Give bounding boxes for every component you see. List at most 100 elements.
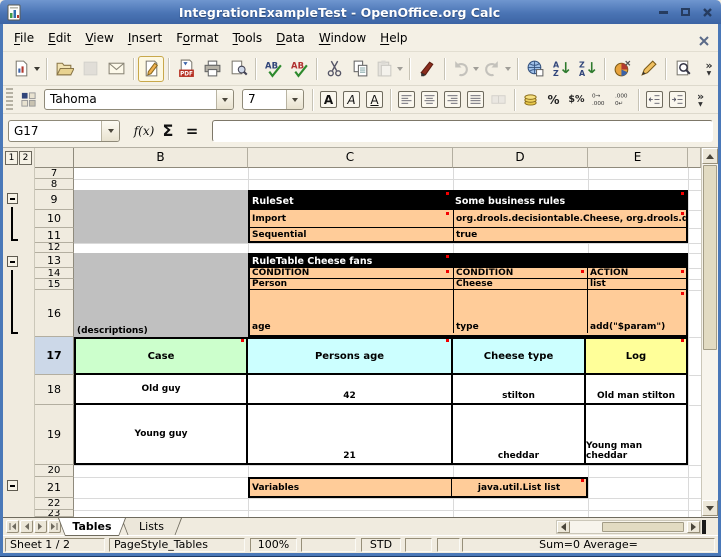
sheet-tab-tables[interactable]: Tables (58, 518, 126, 536)
row-header-23[interactable]: 23 (35, 510, 74, 517)
toolbar-overflow-button[interactable]: »▼ (696, 56, 721, 82)
horizontal-scrollbar[interactable] (556, 520, 701, 534)
underline-button[interactable]: A (363, 89, 386, 111)
cell-C11[interactable]: Sequential (250, 228, 453, 241)
decrease-indent-button[interactable] (643, 89, 666, 111)
zoom-field[interactable]: 100% (250, 538, 297, 552)
outline-level-2-button[interactable]: 2 (19, 151, 32, 165)
cell-C21[interactable]: Variables (250, 479, 452, 496)
next-sheet-button[interactable] (34, 520, 47, 533)
styles-button[interactable] (17, 89, 40, 111)
row-header-14[interactable]: 14 (35, 268, 74, 279)
find-replace-button[interactable] (670, 56, 696, 82)
scroll-right-icon[interactable] (687, 521, 700, 533)
cell-E17[interactable]: Log (586, 339, 686, 373)
cell-B16[interactable]: (descriptions) (74, 326, 148, 337)
column-header-d[interactable]: D (453, 148, 588, 168)
first-sheet-button[interactable] (6, 520, 19, 533)
row-header-18[interactable]: 18 (35, 375, 74, 405)
align-justify-button[interactable] (464, 89, 487, 111)
chevron-down-icon[interactable] (473, 67, 479, 71)
column-header-e[interactable]: E (588, 148, 688, 168)
menu-edit[interactable]: Edit (41, 28, 78, 48)
menu-data[interactable]: Data (269, 28, 312, 48)
cell-E15[interactable]: list (587, 279, 686, 289)
column-header-b[interactable]: B (74, 148, 248, 168)
chevron-down-icon[interactable] (397, 67, 403, 71)
hyperlink-button[interactable] (522, 56, 548, 82)
menu-insert[interactable]: Insert (121, 28, 169, 48)
currency-button[interactable] (519, 89, 542, 111)
percent-button[interactable]: % (542, 89, 565, 111)
horizontal-scrollbar-thumb[interactable] (602, 522, 684, 532)
draw-functions-button[interactable] (635, 56, 661, 82)
close-button[interactable] (700, 6, 715, 19)
row-header-11[interactable]: 11 (35, 228, 74, 243)
cell-C9[interactable]: RuleSet (250, 192, 453, 210)
cell-C19[interactable]: 21 (248, 405, 453, 463)
cell-C16[interactable]: age (250, 290, 453, 333)
chevron-down-icon[interactable] (286, 90, 303, 109)
select-all-corner[interactable] (35, 148, 74, 168)
cell-C14[interactable]: CONDITION (250, 268, 453, 278)
toolbar-overflow-button[interactable]: »▼ (689, 89, 712, 111)
title-bar[interactable]: IntegrationExampleTest - OpenOffice.org … (0, 0, 721, 24)
cell-C15[interactable]: Person (250, 279, 453, 289)
row-header-21[interactable]: 21 (35, 477, 74, 498)
row-header-7[interactable]: 7 (35, 168, 74, 179)
cell-D21[interactable]: java.util.List list (452, 479, 586, 496)
cell-C13[interactable]: RuleTable Cheese fans (250, 255, 686, 268)
row-header-12[interactable]: 12 (35, 243, 74, 253)
new-document-button[interactable] (10, 56, 42, 82)
row-header-13[interactable]: 13 (35, 253, 74, 268)
menu-tools[interactable]: Tools (226, 28, 270, 48)
cell-C17[interactable]: Persons age (248, 339, 453, 373)
cell-E19[interactable]: Young man cheddar (586, 405, 686, 463)
row-header-9[interactable]: 9 (35, 190, 74, 210)
align-left-button[interactable] (395, 89, 418, 111)
row-header-19[interactable]: 19 (35, 405, 74, 465)
chevron-down-icon[interactable] (216, 90, 233, 109)
chevron-down-icon[interactable] (505, 67, 511, 71)
cell-B17[interactable]: Case (76, 339, 248, 373)
cell-B18[interactable]: Old guy (76, 375, 248, 403)
cell-E18[interactable]: Old man stilton (586, 375, 686, 403)
scroll-left-icon[interactable] (557, 521, 570, 533)
sum-button[interactable]: Σ (156, 119, 180, 143)
vertical-scrollbar-thumb[interactable] (703, 165, 717, 350)
cell-E14[interactable]: ACTION (587, 268, 686, 278)
cell-B19[interactable]: Young guy (76, 405, 248, 463)
function-button[interactable]: = (180, 119, 204, 143)
email-button[interactable] (103, 56, 129, 82)
row-header-10[interactable]: 10 (35, 210, 74, 228)
gray-block[interactable]: (descriptions) (74, 253, 248, 337)
collapse-group-icon[interactable] (7, 256, 18, 267)
auto-spellcheck-button[interactable]: AB (286, 56, 312, 82)
open-button[interactable] (51, 56, 77, 82)
bold-button[interactable]: A (317, 89, 340, 111)
export-pdf-button[interactable]: PDF (173, 56, 199, 82)
gray-block[interactable] (74, 190, 248, 243)
name-box-dropdown-icon[interactable] (101, 121, 119, 141)
previous-sheet-button[interactable] (20, 520, 33, 533)
cell-D11[interactable]: true (453, 228, 686, 241)
cell-D9[interactable]: Some business rules (453, 192, 686, 210)
cut-button[interactable] (321, 56, 347, 82)
last-sheet-button[interactable] (48, 520, 61, 533)
row-header-20[interactable]: 20 (35, 465, 74, 477)
sort-descending-button[interactable]: ZA (574, 56, 600, 82)
row-header-22[interactable]: 22 (35, 498, 74, 510)
spellcheck-button[interactable]: AB (260, 56, 286, 82)
copy-button[interactable] (347, 56, 373, 82)
column-header-c[interactable]: C (248, 148, 453, 168)
outline-level-1-button[interactable]: 1 (5, 151, 18, 165)
scroll-down-icon[interactable] (702, 500, 718, 516)
standard-format-button[interactable]: $% (565, 89, 588, 111)
cell-C18[interactable]: 42 (248, 375, 453, 403)
menu-file[interactable]: File (7, 28, 41, 48)
sort-ascending-button[interactable]: AZ (548, 56, 574, 82)
row-header-17[interactable]: 17 (35, 337, 74, 375)
cell-D17[interactable]: Cheese type (453, 339, 586, 373)
delete-decimal-button[interactable]: .0000↵ (611, 89, 634, 111)
row-header-8[interactable]: 8 (35, 179, 74, 190)
